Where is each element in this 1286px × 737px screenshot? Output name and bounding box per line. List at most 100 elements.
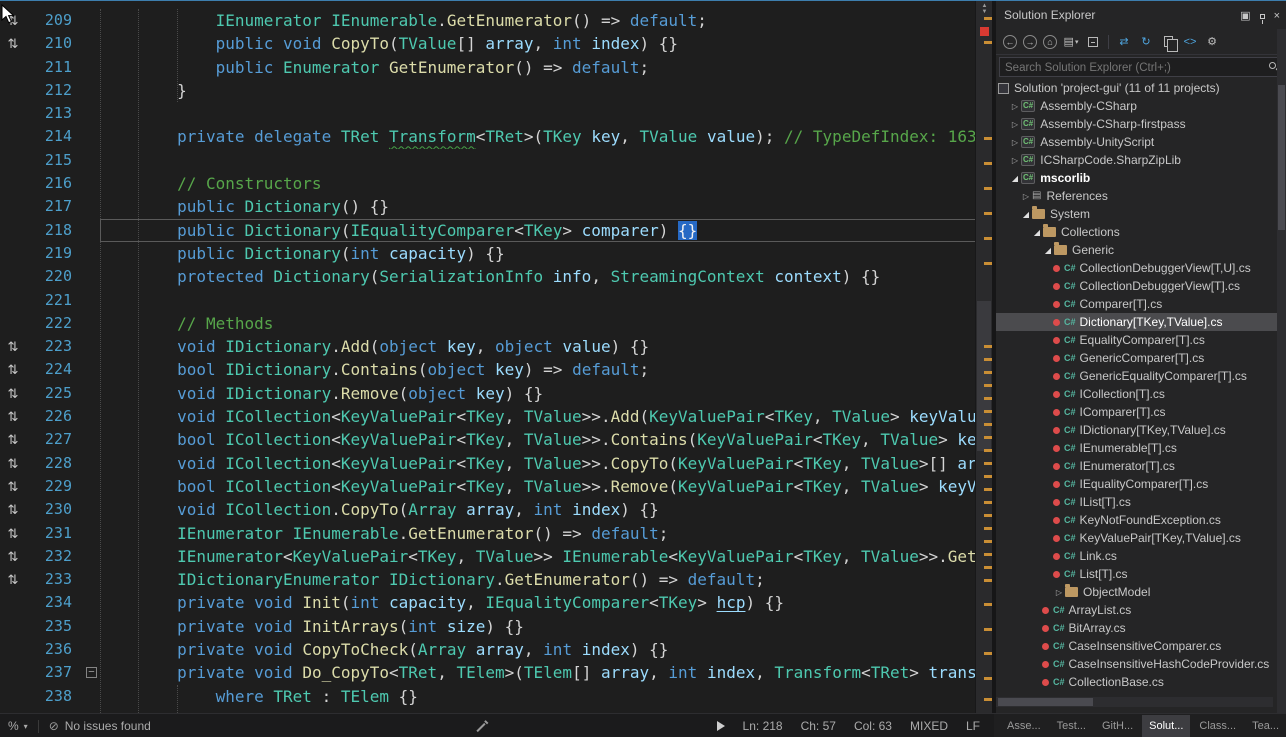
line-number[interactable]: 221 [26,289,86,312]
code-line[interactable]: 222 // Methods [0,312,992,335]
code-line[interactable]: 221 [0,289,992,312]
code-text[interactable]: private void Do_CopyTo<TRet, TElem>(TEle… [100,661,992,684]
line-number[interactable]: 230 [26,498,86,521]
pencil-icon[interactable] [476,723,485,732]
line-number[interactable]: 223 [26,335,86,358]
code-text[interactable]: bool IDictionary.Contains(object key) =>… [100,358,992,381]
panel-tab[interactable]: GitH... [1095,715,1140,737]
code-line[interactable]: 238 where TRet : TElem {} [0,685,992,708]
chevron-expanded-icon[interactable]: ◢ [1020,210,1032,219]
editor-vertical-scrollbar[interactable]: ▲▼ [975,1,992,713]
code-line[interactable]: 212 } [0,79,992,102]
code-text[interactable]: public Dictionary(int capacity) {} [100,242,992,265]
code-line[interactable]: ⇅228 void ICollection<KeyValuePair<TKey,… [0,452,992,475]
tree-item[interactable]: ▷▤References [996,187,1286,205]
line-number[interactable]: 211 [26,56,86,79]
tree-item[interactable]: C#CollectionBase.cs [996,673,1286,691]
chevron-collapsed-icon[interactable]: ▷ [1009,138,1021,147]
reference-arrows-icon[interactable]: ⇅ [0,545,26,568]
tree-item[interactable]: ◢C#mscorlib [996,169,1286,187]
tree-item[interactable]: C#ArrayList.cs [996,601,1286,619]
code-text[interactable]: IDictionaryEnumerator IDictionary.GetEnu… [100,568,992,591]
line-indicator[interactable]: Ln: 218 [743,719,783,733]
tree-item[interactable]: ▷ObjectModel [996,583,1286,601]
fold-collapse-icon[interactable]: – [86,667,97,678]
code-text[interactable]: bool ICollection<KeyValuePair<TKey, TVal… [100,475,992,498]
tree-item[interactable]: C#CaseInsensitiveHashCodeProvider.cs [996,655,1286,673]
panel-tab[interactable]: Tea... [1245,715,1286,737]
zoom-control[interactable]: % ▾ [8,719,28,733]
reference-arrows-icon[interactable]: ⇅ [0,428,26,451]
chevron-collapsed-icon[interactable]: ▷ [1009,120,1021,129]
code-line[interactable]: ⇅225 void IDictionary.Remove(object key)… [0,382,992,405]
code-text[interactable]: IEnumerator IEnumerable.GetEnumerator() … [100,522,992,545]
tree-vertical-scrollbar[interactable] [1277,29,1286,713]
home-icon[interactable]: ⌂ [1043,35,1057,49]
collapse-all-icon[interactable] [1085,34,1101,50]
line-number[interactable]: 229 [26,475,86,498]
sync-active-document-icon[interactable]: ⇄ [1116,34,1132,50]
code-line[interactable]: 214 private delegate TRet Transform<TRet… [0,125,992,148]
tree-item[interactable]: C#GenericEqualityComparer[T].cs [996,367,1286,385]
code-text[interactable]: void IDictionary.Remove(object key) {} [100,382,992,405]
panel-tab[interactable]: Asse... [1000,715,1048,737]
line-number[interactable]: 238 [26,685,86,708]
tree-item[interactable]: C#GenericComparer[T].cs [996,349,1286,367]
copy-icon[interactable] [1160,34,1176,50]
encoding-indicator[interactable]: MIXED [910,719,948,733]
tree-item[interactable]: ◢Collections [996,223,1286,241]
tree-item[interactable]: C#IEnumerable[T].cs [996,439,1286,457]
tree-item[interactable]: C#IDictionary[TKey,TValue].cs [996,421,1286,439]
line-number[interactable]: 224 [26,358,86,381]
char-indicator[interactable]: Ch: 57 [801,719,836,733]
switch-views-icon[interactable]: ▤▾ [1063,34,1079,50]
code-line[interactable]: ⇅227 bool ICollection<KeyValuePair<TKey,… [0,428,992,451]
code-text[interactable]: private void CopyToCheck(Array array, in… [100,638,992,661]
code-text[interactable]: public Enumerator GetEnumerator() => def… [100,56,992,79]
code-line[interactable]: ⇅224 bool IDictionary.Contains(object ke… [0,358,992,381]
line-number[interactable]: 226 [26,405,86,428]
tree-item[interactable]: C#IComparer[T].cs [996,403,1286,421]
code-line[interactable]: ⇅232 IEnumerator<KeyValuePair<TKey, TVal… [0,545,992,568]
tree-item[interactable]: C#CollectionDebuggerView[T].cs [996,277,1286,295]
tree-item[interactable]: C#KeyNotFoundException.cs [996,511,1286,529]
tree-item[interactable]: ▷C#Assembly-CSharp-firstpass [996,115,1286,133]
tree-item[interactable]: C#IList[T].cs [996,493,1286,511]
tree-horizontal-scrollbar[interactable] [996,697,1273,707]
code-text[interactable]: private delegate TRet Transform<TRet>(TK… [100,125,992,148]
tree-item[interactable]: C#BitArray.cs [996,619,1286,637]
reference-arrows-icon[interactable]: ⇅ [0,475,26,498]
line-number[interactable]: 217 [26,195,86,218]
line-number[interactable]: 220 [26,265,86,288]
line-number[interactable]: 234 [26,591,86,614]
panel-tab[interactable]: Solut... [1142,715,1190,737]
tree-item[interactable]: C#KeyValuePair[TKey,TValue].cs [996,529,1286,547]
code-text[interactable] [100,289,992,312]
line-number[interactable]: 231 [26,522,86,545]
back-icon[interactable]: ← [1003,35,1017,49]
code-line[interactable]: 220 protected Dictionary(SerializationIn… [0,265,992,288]
tree-item[interactable]: C#List[T].cs [996,565,1286,583]
line-number[interactable]: 210 [26,32,86,55]
line-number[interactable]: 214 [26,125,86,148]
tree-item[interactable]: ▷C#ICSharpCode.SharpZipLib [996,151,1286,169]
tree-item[interactable]: ◢Generic [996,241,1286,259]
window-position-icon[interactable]: ▣ [1240,10,1250,22]
tree-item[interactable]: C#ICollection[T].cs [996,385,1286,403]
panel-tab[interactable]: Test... [1050,715,1093,737]
hscroll-thumb[interactable] [998,698,1093,706]
reference-arrows-icon[interactable]: ⇅ [0,382,26,405]
line-number[interactable]: 232 [26,545,86,568]
tree-item[interactable]: ◢System [996,205,1286,223]
reference-arrows-icon[interactable]: ⇅ [0,522,26,545]
code-line[interactable]: ⇅209 IEnumerator IEnumerable.GetEnumerat… [0,9,992,32]
code-line[interactable]: ⇅226 void ICollection<KeyValuePair<TKey,… [0,405,992,428]
code-line[interactable]: 216 // Constructors [0,172,992,195]
code-text[interactable]: // Constructors [100,172,992,195]
code-text[interactable]: public Dictionary(IEqualityComparer<TKey… [100,219,992,242]
code-line[interactable]: 218 public Dictionary(IEqualityComparer<… [0,219,992,242]
code-text[interactable]: private static KeyValuePair<TKey, TValue… [100,708,992,713]
reference-arrows-icon[interactable]: ⇅ [0,335,26,358]
tree-item[interactable]: C#CaseInsensitiveComparer.cs [996,637,1286,655]
chevron-collapsed-icon[interactable]: ▷ [1009,156,1021,165]
